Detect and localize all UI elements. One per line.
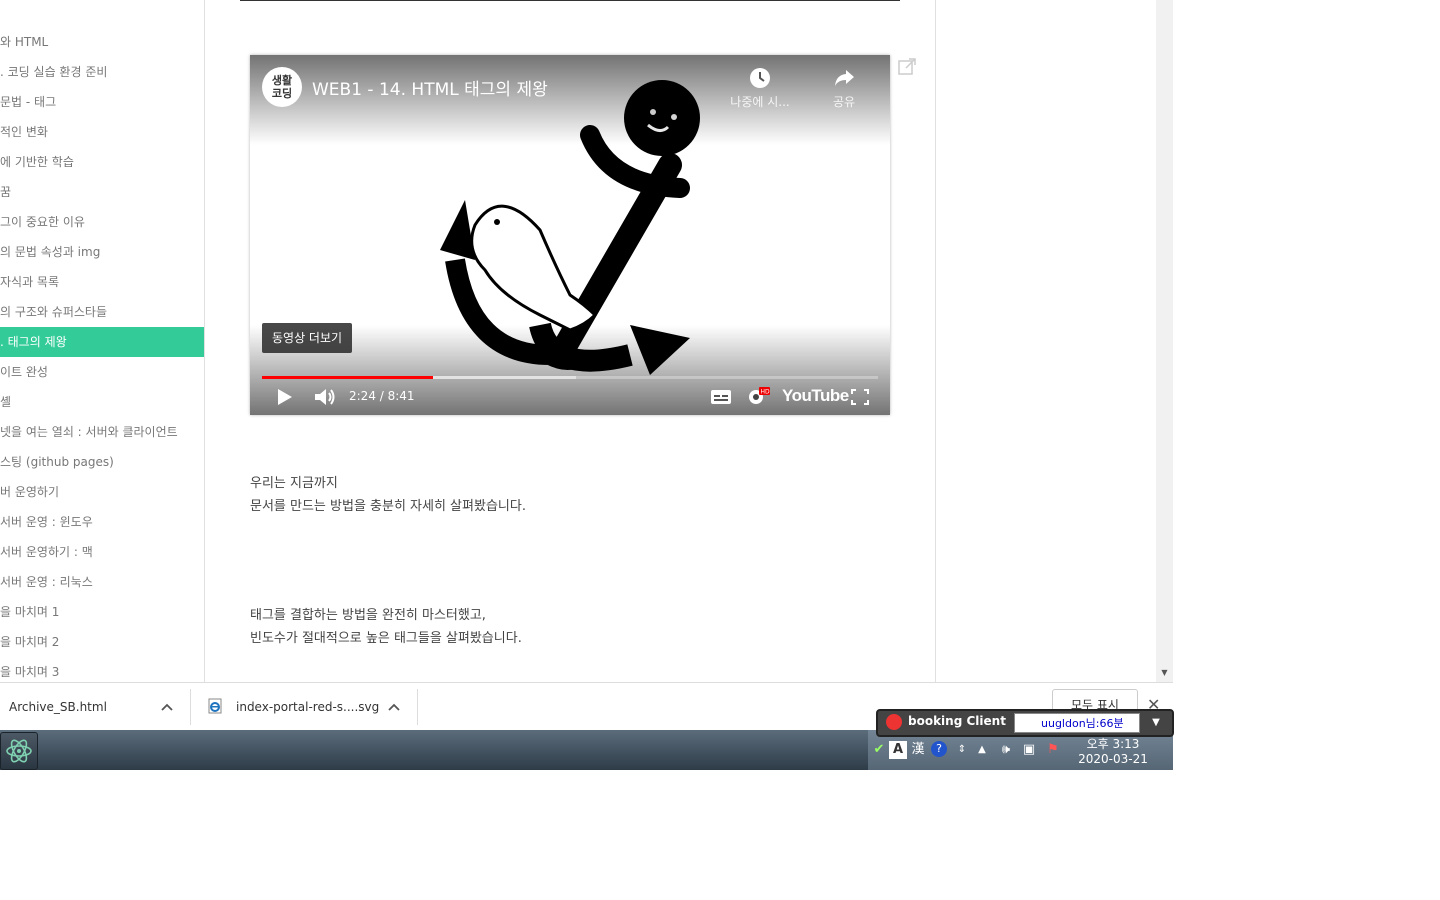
sidebar-item[interactable]: 와 HTML bbox=[0, 27, 204, 57]
sidebar-item[interactable]: 을 마치며 3 bbox=[0, 657, 204, 682]
download-item-name[interactable]: index-portal-red-s....svg bbox=[236, 683, 379, 731]
share-label: 공유 bbox=[832, 95, 856, 109]
atom-app-button[interactable] bbox=[0, 732, 38, 770]
ime-hanja-icon[interactable]: 漢 bbox=[909, 741, 927, 759]
clock-icon bbox=[750, 68, 770, 88]
sidebar-item[interactable]: 그이 중요한 이유 bbox=[0, 207, 204, 237]
atom-icon bbox=[6, 739, 32, 763]
download-separator bbox=[417, 689, 418, 725]
play-icon[interactable] bbox=[275, 388, 293, 406]
sidebar-item[interactable]: 자식과 목록 bbox=[0, 267, 204, 297]
ime-mode-a[interactable]: A bbox=[889, 741, 907, 759]
chevron-up-icon[interactable] bbox=[160, 700, 174, 714]
channel-avatar[interactable]: 생활 코딩 bbox=[262, 67, 302, 107]
share-button[interactable]: 공유 bbox=[804, 67, 884, 110]
video-title[interactable]: WEB1 - 14. HTML 태그의 제왕 bbox=[312, 75, 548, 100]
chevron-down-icon[interactable]: ▼ bbox=[1146, 713, 1166, 733]
top-divider bbox=[240, 0, 900, 1]
sidebar-item[interactable]: . 코딩 실습 환경 준비 bbox=[0, 57, 204, 87]
page-scrollbar[interactable] bbox=[1156, 0, 1173, 682]
sidebar-item[interactable]: 의 구조와 슈퍼스타들 bbox=[0, 297, 204, 327]
sidebar-item[interactable]: 서버 운영 : 리눅스 bbox=[0, 567, 204, 597]
sidebar-item[interactable]: 을 마치며 1 bbox=[0, 597, 204, 627]
more-videos-button[interactable]: 동영상 더보기 bbox=[262, 323, 353, 353]
sidebar-item[interactable]: 에 기반한 학습 bbox=[0, 147, 204, 177]
sidebar-item[interactable]: 문법 - 태그 bbox=[0, 87, 204, 117]
sidebar-item[interactable]: 서버 운영하기 : 맥 bbox=[0, 537, 204, 567]
chevron-up-icon[interactable] bbox=[387, 700, 401, 714]
sidebar-item[interactable]: 버 운영하기 bbox=[0, 477, 204, 507]
booking-client-label: booking Client bbox=[908, 714, 1006, 728]
sidebar-item[interactable]: 의 문법 속성과 img bbox=[0, 237, 204, 267]
sidebar-item[interactable]: 적인 변화 bbox=[0, 117, 204, 147]
network-shield-icon[interactable]: ✔ bbox=[870, 741, 888, 759]
paragraph-2-line-2: 빈도수가 절대적으로 높은 태그들을 살펴봤습니다. bbox=[250, 631, 522, 646]
sidebar-item[interactable]: . 태그의 제왕 bbox=[0, 327, 204, 357]
clock-time[interactable]: 오후 3:13 bbox=[1080, 735, 1146, 752]
action-center-flag-icon[interactable]: ⚑ bbox=[1044, 741, 1062, 759]
speaker-icon[interactable]: 🕪 bbox=[997, 741, 1015, 759]
paragraph-1-line-1: 우리는 지금까지 bbox=[250, 476, 338, 491]
sidebar-nav: 와 HTML. 코딩 실습 환경 준비 문법 - 태그 적인 변화 에 기반한 학습 꿈… bbox=[0, 0, 205, 682]
booking-status-field[interactable]: uugldon님:66분 bbox=[1014, 713, 1140, 733]
ie-file-icon bbox=[208, 698, 222, 714]
sidebar-item[interactable]: 넷을 여는 열쇠 : 서버와 클라이언트 bbox=[0, 417, 204, 447]
progress-played bbox=[262, 376, 433, 379]
watch-later-label: 나중에 시... bbox=[730, 95, 790, 109]
clock-date[interactable]: 2020-03-21 bbox=[1074, 752, 1152, 766]
volume-icon[interactable] bbox=[314, 387, 336, 407]
download-item-name[interactable]: Archive_SB.html bbox=[9, 683, 107, 731]
paragraph-1-line-2: 문서를 만드는 방법을 충분히 자세히 살펴봤습니다. bbox=[250, 499, 526, 514]
paragraph-2-line-1: 태그를 결합하는 방법을 완전히 마스터했고, bbox=[250, 608, 486, 623]
show-hidden-icons-icon[interactable]: ▲ bbox=[973, 741, 991, 759]
network-icon[interactable]: ▣ bbox=[1020, 741, 1038, 759]
sidebar-item[interactable]: 을 마치며 2 bbox=[0, 627, 204, 657]
progress-bar[interactable] bbox=[262, 376, 878, 379]
booking-client-widget[interactable]: booking Client uugldon님:66분 ▼ bbox=[876, 709, 1174, 737]
sidebar-item[interactable]: 이트 완성 bbox=[0, 357, 204, 387]
time-display: 2:24 / 8:41 bbox=[349, 389, 415, 403]
fullscreen-icon[interactable] bbox=[851, 389, 869, 405]
share-icon bbox=[835, 70, 854, 86]
youtube-logo[interactable]: YouTube bbox=[782, 386, 849, 406]
sidebar-item[interactable]: 셸 bbox=[0, 387, 204, 417]
sidebar-item[interactable]: 서버 운영 : 윈도우 bbox=[0, 507, 204, 537]
settings-hd-icon[interactable]: HD bbox=[747, 386, 771, 406]
browser-page: 와 HTML. 코딩 실습 환경 준비 문법 - 태그 적인 변화 에 기반한 학습 꿈… bbox=[0, 0, 1173, 682]
download-separator bbox=[190, 689, 191, 725]
captions-icon[interactable] bbox=[710, 389, 732, 405]
booking-logo-icon bbox=[886, 714, 902, 730]
svg-text:HD: HD bbox=[761, 389, 771, 396]
external-link-icon[interactable] bbox=[898, 58, 916, 76]
windows-taskbar: booking Client uugldon님:66분 ▼ ✔ A 漢 ? ⇕ … bbox=[0, 709, 1174, 770]
scroll-down-arrow-icon[interactable]: ▼ bbox=[1156, 664, 1173, 681]
watch-later-button[interactable]: 나중에 시... bbox=[720, 67, 800, 110]
help-icon[interactable]: ? bbox=[931, 741, 947, 757]
youtube-video-player[interactable]: 생활 코딩 WEB1 - 14. HTML 태그의 제왕 나중에 시... 공유… bbox=[250, 55, 890, 415]
sidebar-item[interactable]: 꿈 bbox=[0, 177, 204, 207]
ime-options-icon[interactable]: ⇕ bbox=[953, 741, 971, 759]
sidebar-item[interactable]: 스팅 (github pages) bbox=[0, 447, 204, 477]
